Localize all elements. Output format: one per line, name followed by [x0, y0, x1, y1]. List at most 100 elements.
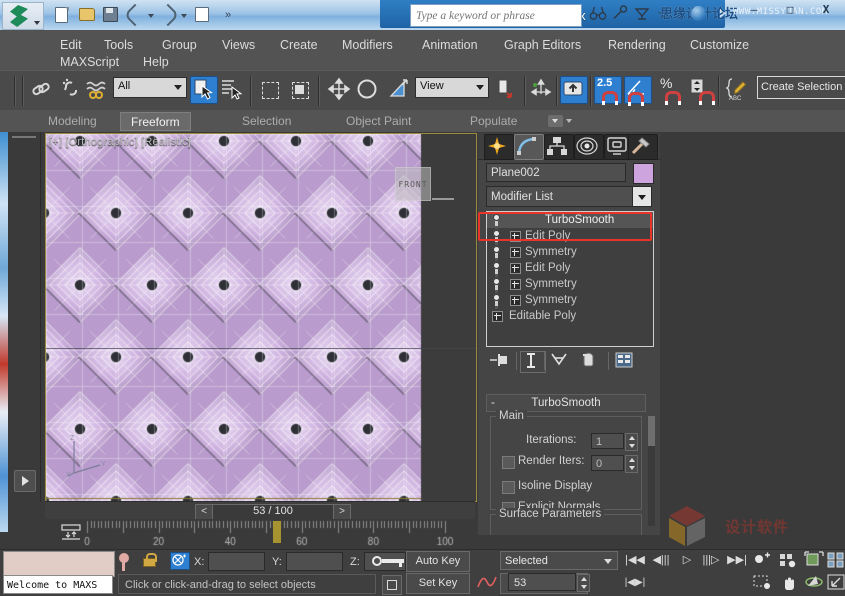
undo-dropdown-button[interactable]	[145, 5, 155, 25]
bind-to-space-warp-icon[interactable]	[84, 76, 112, 104]
snap-25-icon[interactable]: 2.5	[594, 76, 622, 104]
stack-row-editable-poly[interactable]: Editable Poly	[487, 308, 653, 324]
adaptive-degradation-toggle[interactable]	[382, 575, 402, 595]
auto-key-button[interactable]: Auto Key	[406, 551, 470, 572]
play-animation-button[interactable]: ▷	[676, 551, 698, 570]
hierarchy-tab[interactable]	[544, 134, 574, 160]
zoom-icon[interactable]	[752, 551, 772, 571]
enable-modifier-icon[interactable]	[493, 294, 500, 306]
next-frame-button[interactable]: |||▷	[700, 551, 722, 570]
menu-edit[interactable]: Edit	[60, 38, 82, 52]
absolute-relative-transform-toggle[interactable]	[170, 552, 190, 570]
time-slider-handle[interactable]	[273, 521, 281, 543]
app-logo-button[interactable]	[2, 2, 44, 30]
rectangular-selection-region-icon[interactable]	[256, 76, 284, 104]
y-coord-field[interactable]	[286, 552, 343, 571]
menu-modifiers[interactable]: Modifiers	[342, 38, 393, 52]
menu-maxscript[interactable]: MAXScript	[60, 55, 119, 69]
iterations-field[interactable]: 1	[591, 433, 624, 449]
maxscript-mini-listener[interactable]	[3, 551, 115, 577]
tab-object-paint[interactable]: Object Paint	[336, 112, 421, 131]
menu-views[interactable]: Views	[222, 38, 255, 52]
create-selection-set-field[interactable]: Create Selection	[757, 76, 845, 99]
menu-create[interactable]: Create	[280, 38, 318, 52]
spinner-snap-toggle-icon[interactable]	[686, 76, 714, 104]
selection-lock-toggle-icon[interactable]	[143, 553, 156, 567]
tab-populate[interactable]: Populate	[460, 112, 527, 131]
key-filter-selection-combo[interactable]: Selected	[500, 551, 618, 570]
stack-row-edit-poly-1[interactable]: Edit Poly	[487, 228, 653, 244]
pan-view-icon[interactable]	[778, 573, 798, 593]
tab-freeform[interactable]: Freeform	[120, 112, 191, 131]
modify-tab[interactable]	[514, 134, 544, 160]
isolate-selection-icon[interactable]	[118, 553, 130, 571]
configure-modifier-sets-icon[interactable]	[614, 351, 638, 371]
maximize-button[interactable]: □	[778, 2, 802, 17]
motion-tab[interactable]	[574, 134, 604, 160]
redo-button[interactable]	[157, 5, 177, 25]
orbit-icon[interactable]	[804, 573, 824, 593]
object-color-swatch[interactable]	[633, 163, 654, 184]
reference-coordinate-combo[interactable]: View	[415, 77, 489, 98]
track-bar[interactable]	[45, 519, 475, 549]
menu-customize[interactable]: Customize	[690, 38, 749, 52]
redo-dropdown-button[interactable]	[178, 5, 188, 25]
zoom-extents-all-icon[interactable]	[826, 551, 845, 571]
render-iters-field[interactable]: 0	[591, 455, 624, 471]
wrench-icon[interactable]	[610, 5, 630, 25]
quick-access-overflow-button[interactable]: »	[218, 5, 238, 25]
menu-animation[interactable]: Animation	[422, 38, 478, 52]
make-unique-icon[interactable]	[548, 351, 572, 371]
x-coord-field[interactable]	[208, 552, 265, 571]
previous-frame-button[interactable]: ◀|||	[650, 551, 672, 570]
select-and-manipulate-icon[interactable]	[528, 76, 556, 104]
next-frame-button[interactable]: >	[333, 504, 351, 520]
viewport-label[interactable]: [+] [Orthographic] [Realistic]	[49, 136, 191, 148]
zoom-all-icon[interactable]	[778, 551, 798, 571]
goto-start-button[interactable]: |◀◀	[624, 551, 646, 570]
scrollbar-thumb[interactable]	[648, 416, 655, 446]
stack-row-symmetry-2[interactable]: Symmetry	[487, 276, 653, 292]
enable-modifier-icon[interactable]	[493, 278, 500, 290]
rollout-collapse-icon[interactable]: -	[491, 395, 495, 411]
select-by-name-icon[interactable]	[218, 76, 246, 104]
window-crossing-icon[interactable]	[286, 76, 314, 104]
percent-snap-toggle-icon[interactable]: %	[656, 76, 684, 104]
view-cube[interactable]: FRONT	[395, 167, 431, 201]
save-file-button[interactable]	[100, 5, 120, 25]
remove-modifier-icon[interactable]	[578, 351, 602, 371]
modifier-list-combo[interactable]: Modifier List	[486, 186, 652, 207]
stack-row-symmetry-1[interactable]: Symmetry	[487, 244, 653, 260]
select-and-scale-icon[interactable]	[386, 76, 414, 104]
previous-frame-button[interactable]: <	[195, 504, 213, 520]
search-input[interactable]	[411, 5, 578, 26]
maxscript-prompt-line[interactable]: Welcome to MAXS	[3, 575, 113, 594]
tab-modeling[interactable]: Modeling	[38, 112, 107, 131]
current-frame-field[interactable]: 53	[508, 573, 576, 591]
minimize-button[interactable]: —	[742, 2, 766, 17]
current-frame-spinner[interactable]	[577, 574, 590, 592]
menu-group[interactable]: Group	[162, 38, 197, 52]
show-end-result-icon[interactable]	[520, 351, 546, 373]
pin-stack-icon[interactable]	[488, 351, 512, 371]
field-of-view-icon[interactable]	[752, 573, 772, 593]
selection-filter-combo[interactable]: All	[113, 77, 187, 98]
open-file-button[interactable]	[76, 5, 96, 25]
modifier-stack-list[interactable]: TurboSmooth Edit Poly Symmetry Edit Poly	[486, 211, 654, 347]
isoline-display-checkbox[interactable]	[502, 481, 515, 494]
expand-modifier-icon[interactable]	[510, 247, 521, 258]
ribbon-more-button[interactable]	[548, 115, 563, 127]
tab-selection[interactable]: Selection	[232, 112, 301, 131]
render-iters-spinner[interactable]	[625, 455, 638, 473]
new-file-button[interactable]	[52, 5, 72, 25]
select-object-icon[interactable]	[190, 76, 218, 104]
maximize-viewport-toggle-icon[interactable]	[826, 573, 845, 593]
menu-graph-editors[interactable]: Graph Editors	[504, 38, 581, 52]
modifier-list-dropdown-button[interactable]	[632, 187, 651, 206]
expand-modifier-icon[interactable]	[510, 231, 521, 242]
expand-modifier-icon[interactable]	[510, 279, 521, 290]
enable-modifier-icon[interactable]	[493, 262, 500, 274]
set-key-button[interactable]: Set Key	[406, 573, 470, 594]
goto-end-button[interactable]: ▶▶|	[726, 551, 748, 570]
menu-help[interactable]: Help	[143, 55, 169, 69]
